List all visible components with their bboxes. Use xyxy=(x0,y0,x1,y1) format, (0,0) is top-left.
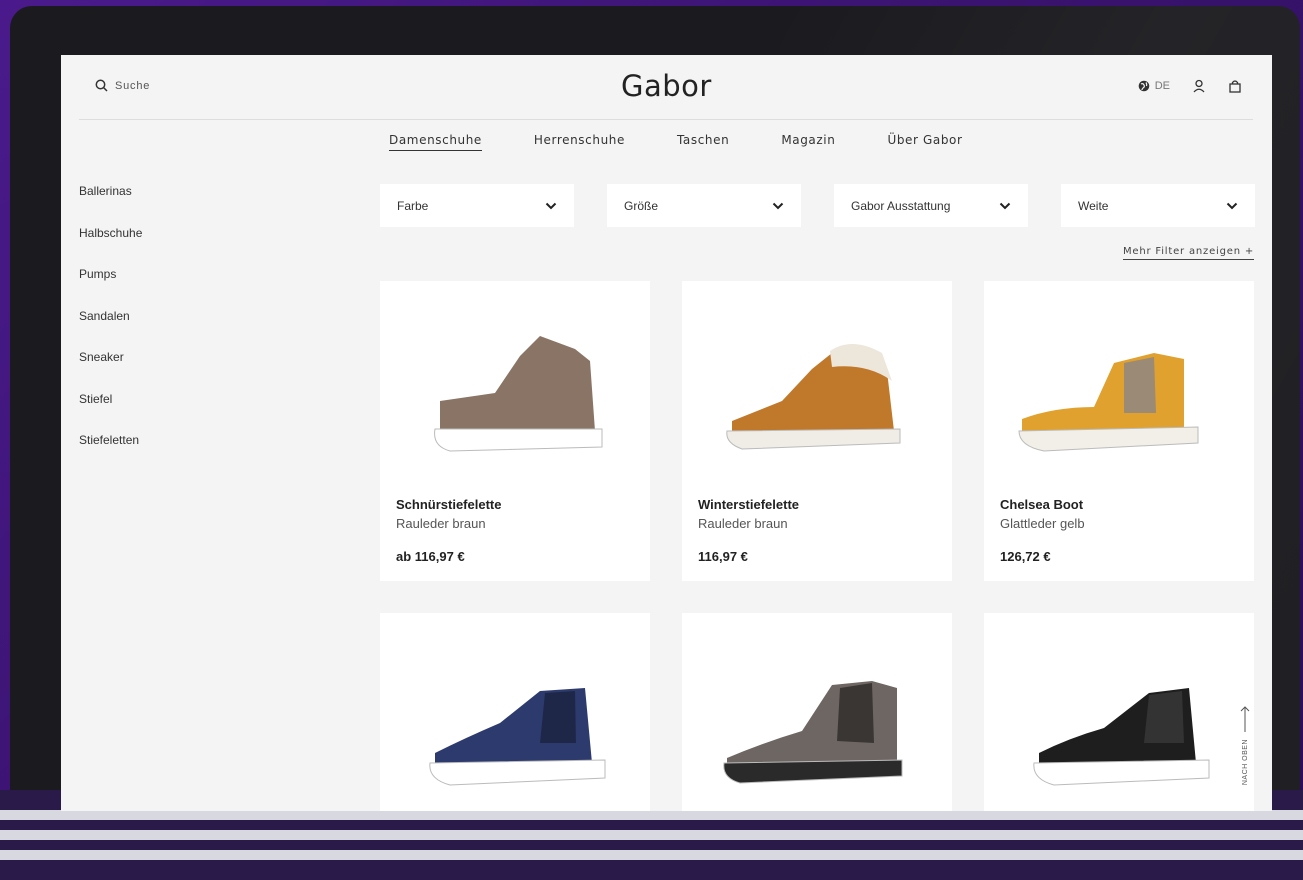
nav-item-magazin[interactable]: Magazin xyxy=(781,133,835,151)
product-name: Winterstiefelette xyxy=(698,497,800,512)
filter-groesse[interactable]: Größe xyxy=(607,184,801,227)
nav-item-taschen[interactable]: Taschen xyxy=(677,133,729,151)
filter-bar: Farbe Größe Gabor Ausstattung Weite xyxy=(380,184,1255,227)
shopping-bag-icon[interactable] xyxy=(1228,79,1242,93)
main-navigation: Damenschuhe Herrenschuhe Taschen Magazin… xyxy=(389,133,963,151)
language-label: DE xyxy=(1154,80,1170,92)
sidebar-item-pumps[interactable]: Pumps xyxy=(79,267,142,309)
sidebar-item-halbschuhe[interactable]: Halbschuhe xyxy=(79,226,142,268)
product-name: Chelsea Boot xyxy=(1000,497,1084,512)
search-label: Suche xyxy=(115,79,151,92)
shoe-sole xyxy=(723,759,903,784)
product-description: Rauleder braun xyxy=(698,516,788,531)
chevron-down-icon xyxy=(999,202,1011,209)
language-selector[interactable]: DE xyxy=(1138,80,1170,92)
product-description: Rauleder braun xyxy=(396,516,486,531)
shoe-sole xyxy=(726,428,901,450)
product-card[interactable]: Winterstiefelette Rauleder braun 116,97 … xyxy=(682,281,952,581)
shoe-sole xyxy=(429,759,606,786)
product-image xyxy=(434,336,603,452)
user-icon[interactable] xyxy=(1192,79,1206,93)
browser-screen: Suche Gabor DE Damenschuhe Herrenschuhe … xyxy=(61,55,1272,811)
product-price: 116,97 € xyxy=(698,549,748,564)
product-card[interactable] xyxy=(380,613,650,811)
product-card[interactable] xyxy=(984,613,1254,811)
product-description: Glattleder gelb xyxy=(1000,516,1085,531)
shoe-upper xyxy=(440,336,595,431)
shoe-sole xyxy=(1033,759,1210,786)
product-image xyxy=(1018,353,1199,452)
nav-item-ueber-gabor[interactable]: Über Gabor xyxy=(887,133,962,151)
globe-icon xyxy=(1138,80,1150,92)
product-name: Schnürstiefelette xyxy=(396,497,502,512)
filter-ausstattung[interactable]: Gabor Ausstattung xyxy=(834,184,1028,227)
product-card[interactable]: Schnürstiefelette Rauleder braun ab 116,… xyxy=(380,281,650,581)
category-sidebar: Ballerinas Halbschuhe Pumps Sandalen Sne… xyxy=(79,184,142,475)
filter-weite[interactable]: Weite xyxy=(1061,184,1255,227)
more-filters-link[interactable]: Mehr Filter anzeigen + xyxy=(1123,246,1254,260)
filter-label: Farbe xyxy=(397,198,429,213)
chevron-down-icon xyxy=(772,202,784,209)
back-to-top-label: NACH OBEN xyxy=(1241,739,1249,786)
filter-label: Weite xyxy=(1078,198,1109,213)
sidebar-item-sneaker[interactable]: Sneaker xyxy=(79,350,142,392)
product-image xyxy=(429,688,606,786)
nav-item-herrenschuhe[interactable]: Herrenschuhe xyxy=(534,133,625,151)
nav-item-damenschuhe[interactable]: Damenschuhe xyxy=(389,133,482,151)
shoe-sole xyxy=(1018,426,1199,452)
shoe-sole xyxy=(434,428,603,452)
product-image xyxy=(723,681,903,784)
sidebar-item-sandalen[interactable]: Sandalen xyxy=(79,309,142,351)
arrow-up-icon xyxy=(1240,706,1250,732)
product-card[interactable]: Chelsea Boot Glattleder gelb 126,72 € xyxy=(984,281,1254,581)
filter-label: Gabor Ausstattung xyxy=(851,198,951,213)
chevron-down-icon xyxy=(1226,202,1238,209)
product-image xyxy=(726,343,901,450)
sidebar-item-stiefeletten[interactable]: Stiefeletten xyxy=(79,433,142,475)
header: Suche Gabor DE xyxy=(61,55,1272,119)
product-price: ab 116,97 € xyxy=(396,549,465,564)
product-image xyxy=(1033,688,1210,786)
chevron-down-icon xyxy=(545,202,557,209)
product-price: 126,72 € xyxy=(1000,549,1051,564)
sidebar-item-stiefel[interactable]: Stiefel xyxy=(79,392,142,434)
sidebar-item-ballerinas[interactable]: Ballerinas xyxy=(79,184,142,226)
filter-farbe[interactable]: Farbe xyxy=(380,184,574,227)
brand-logo[interactable]: Gabor xyxy=(621,69,712,103)
back-to-top-button[interactable]: NACH OBEN xyxy=(1240,705,1250,785)
filter-label: Größe xyxy=(624,198,659,213)
header-divider xyxy=(79,119,1253,120)
product-grid: Schnürstiefelette Rauleder braun ab 116,… xyxy=(380,281,1254,811)
product-card[interactable] xyxy=(682,613,952,811)
search-icon xyxy=(95,79,108,92)
search-button[interactable]: Suche xyxy=(95,79,150,92)
shoe-upper xyxy=(1022,353,1184,433)
